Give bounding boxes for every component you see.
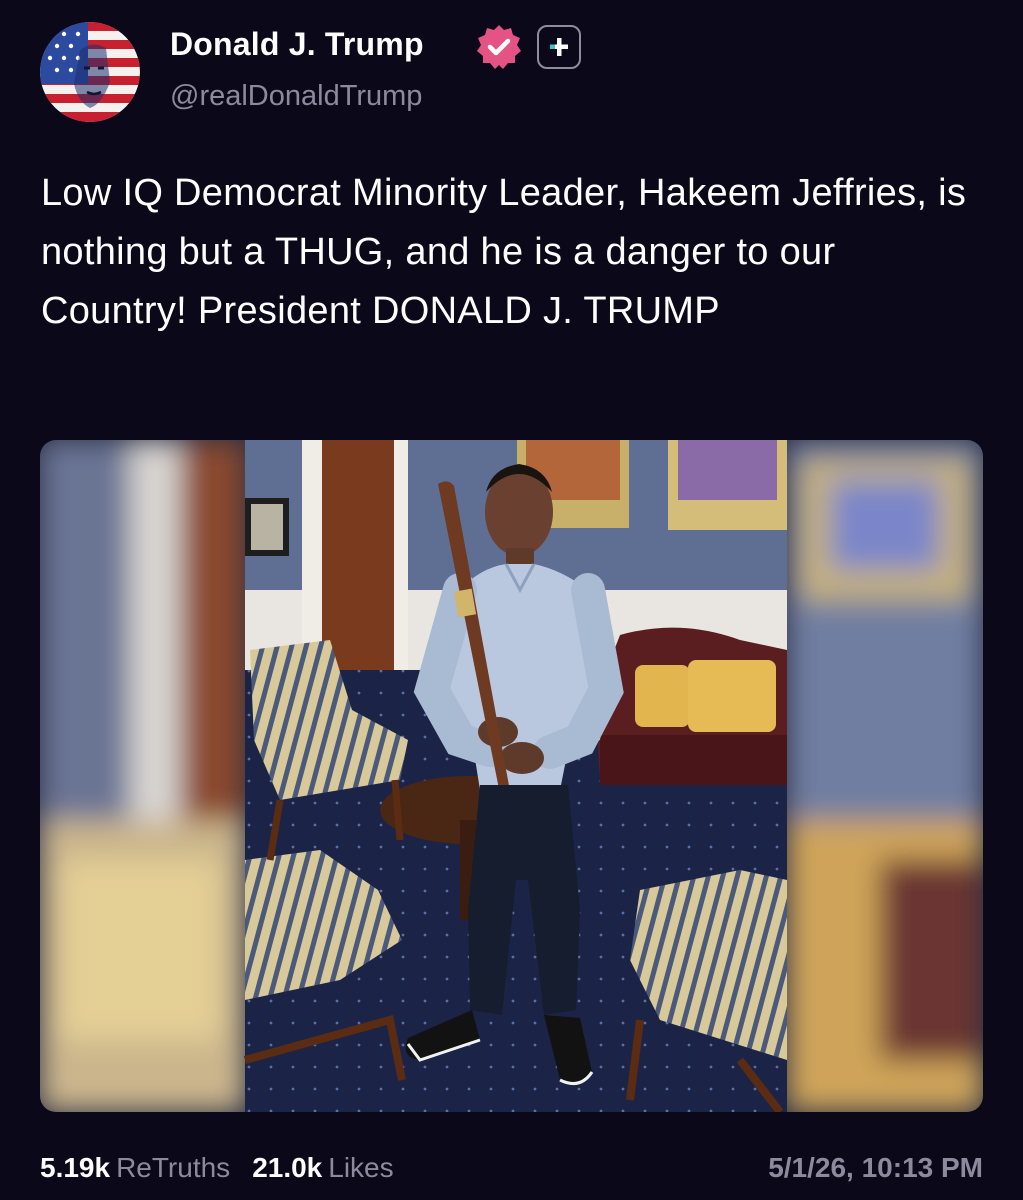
post-stats: 5.19k ReTruths 21.0k Likes bbox=[40, 1152, 394, 1184]
retruths-stat[interactable]: 5.19k ReTruths bbox=[40, 1152, 230, 1184]
likes-label: Likes bbox=[328, 1152, 394, 1183]
office-photo-image bbox=[40, 440, 983, 1112]
post-timestamp[interactable]: 5/1/26, 10:13 PM bbox=[768, 1152, 983, 1184]
post-media-image[interactable] bbox=[40, 440, 983, 1112]
plus-subscription-icon[interactable] bbox=[537, 25, 581, 69]
likes-stat[interactable]: 21.0k Likes bbox=[252, 1152, 393, 1184]
author-handle[interactable]: @realDonaldTrump bbox=[170, 80, 422, 113]
post-text: Low IQ Democrat Minority Leader, Hakeem … bbox=[41, 172, 967, 332]
american-flag-portrait-icon bbox=[40, 22, 140, 122]
likes-count: 21.0k bbox=[252, 1152, 323, 1183]
retruths-label: ReTruths bbox=[116, 1152, 231, 1183]
retruths-count: 5.19k bbox=[40, 1152, 111, 1183]
author-avatar[interactable] bbox=[40, 22, 140, 122]
verified-badge-icon bbox=[474, 22, 524, 72]
truth-post: Donald J. Trump @realDonaldTrump Low IQ … bbox=[0, 0, 1023, 1200]
author-display-name[interactable]: Donald J. Trump bbox=[170, 26, 424, 63]
